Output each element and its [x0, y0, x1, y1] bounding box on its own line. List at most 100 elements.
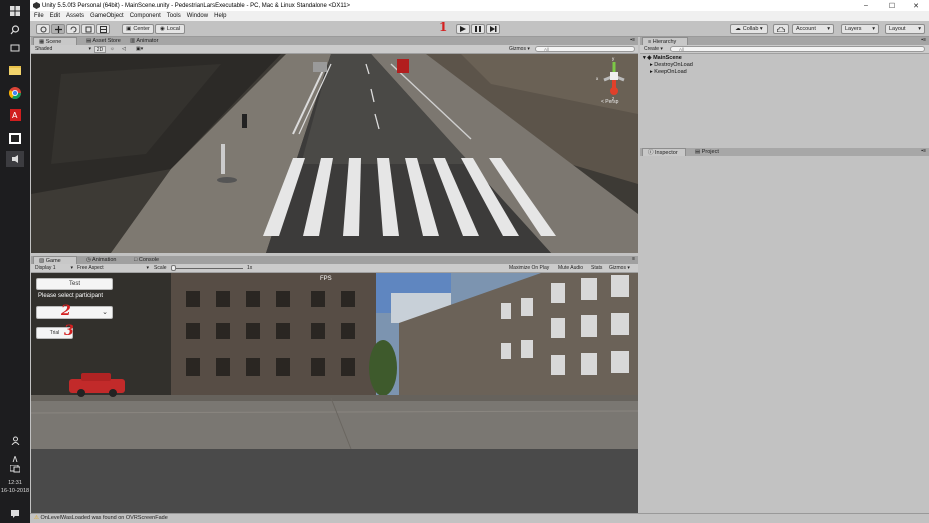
menu-window[interactable]: Window [187, 13, 208, 19]
close-button[interactable]: ✕ [903, 0, 929, 11]
display-dropdown[interactable]: Display 1 ▾ [35, 265, 73, 272]
gizmos-dropdown[interactable]: Gizmos ▾ [509, 46, 530, 53]
chrome-icon[interactable] [6, 85, 24, 101]
move-icon [54, 25, 62, 33]
mute-audio-toggle[interactable]: Mute Audio [558, 265, 583, 272]
rotate-tool-button[interactable] [66, 24, 80, 34]
game-render [31, 273, 638, 449]
collab-dropdown[interactable]: ☁ Collab ▾ [730, 24, 768, 34]
hierarchy-item[interactable]: ▸ DestroyOnLoad [650, 62, 693, 68]
pivot-center-button[interactable]: ▣ Center [122, 24, 154, 34]
notifications-icon[interactable] [6, 505, 24, 521]
shading-mode-dropdown[interactable]: Shaded ▾ [35, 46, 91, 53]
menu-gameobject[interactable]: GameObject [90, 13, 124, 19]
tab-scene[interactable]: ▦ Scene [33, 37, 77, 45]
lighting-toggle-icon[interactable]: ☼ [110, 46, 115, 53]
select-participant-label: Please select participant [38, 293, 104, 299]
status-bar[interactable]: ⚠ OnLevelWasLoaded was found on OVRScree… [30, 513, 929, 523]
panel-menu-icon[interactable]: ▪≡ [921, 148, 926, 154]
rect-tool-button[interactable] [96, 24, 110, 34]
menu-edit[interactable]: Edit [50, 13, 60, 19]
svg-text:A: A [12, 111, 18, 120]
participant-dropdown[interactable]: ⌄ [36, 306, 113, 319]
tab-hierarchy[interactable]: ≡ Hierarchy [642, 37, 688, 45]
tab-inspector[interactable]: ⓘ Inspector [642, 148, 686, 156]
account-dropdown[interactable]: Account ▾ [792, 24, 834, 34]
clock-date[interactable]: 16-10-2018 [0, 488, 30, 495]
acrobat-icon[interactable]: A [6, 107, 24, 123]
audio-toggle-icon[interactable]: ◁ [122, 46, 126, 53]
move-tool-button[interactable] [51, 24, 65, 34]
people-icon[interactable] [6, 432, 24, 448]
hierarchy-tab-bar: ≡ Hierarchy ▪≡ [640, 37, 929, 45]
menu-help[interactable]: Help [214, 13, 226, 19]
effects-toggle-icon[interactable]: ▣▾ [136, 46, 143, 53]
maximize-on-play-toggle[interactable]: Maximize On Play [509, 265, 549, 272]
panel-menu-icon[interactable]: ▪≡ [630, 37, 635, 43]
shading-label: Shaded [35, 46, 53, 52]
tab-console[interactable]: □ Console [129, 256, 164, 264]
network-icon[interactable] [6, 461, 24, 477]
hand-tool-button[interactable] [36, 24, 50, 34]
chevron-down-icon: ▾ [872, 26, 875, 32]
pause-button[interactable] [471, 24, 485, 34]
game-view[interactable]: FPS Test Please select participant ⌄ 2 T… [31, 273, 638, 449]
scale-icon [85, 26, 91, 32]
clock-time[interactable]: 12:31 [0, 480, 30, 487]
search-icon[interactable] [6, 22, 24, 38]
layout-dropdown[interactable]: Layout ▾ [885, 24, 925, 34]
play-icon [460, 26, 466, 32]
file-explorer-icon[interactable] [6, 62, 24, 78]
hierarchy-item[interactable]: ▸ KeepOnLoad [650, 69, 687, 75]
pivot-label: Center [133, 26, 150, 32]
annotation-marker-1: 1 [439, 20, 448, 34]
game-gizmos-dropdown[interactable]: Gizmos ▾ [609, 265, 630, 272]
game-tab-bar: ▧ Game ◷ Animation □ Console ≡ [31, 256, 638, 264]
task-view-icon[interactable] [6, 40, 24, 56]
windows-start-icon[interactable] [6, 3, 24, 19]
scene-search-input[interactable]: All [535, 46, 635, 52]
space-local-button[interactable]: ◉ Local [155, 24, 185, 34]
minimize-button[interactable]: – [853, 0, 879, 11]
tab-animation-label: Animation [92, 257, 117, 263]
menu-tools[interactable]: Tools [167, 13, 181, 19]
create-dropdown[interactable]: Create ▾ [644, 46, 663, 53]
perspective-label[interactable]: < Persp [601, 99, 618, 105]
tab-project[interactable]: ▤ Project [690, 148, 724, 156]
step-icon [489, 26, 496, 32]
scale-tool-button[interactable] [81, 24, 95, 34]
panel-menu-icon[interactable]: ▪≡ [921, 37, 926, 43]
unity-scene-icon: ◈ [647, 55, 652, 61]
tab-animator[interactable]: ▥ Animator [125, 37, 163, 45]
scale-slider[interactable] [171, 268, 243, 269]
aspect-dropdown[interactable]: Free Aspect ▾ [77, 265, 149, 272]
info-icon: ⓘ [648, 150, 656, 156]
scene-root-item[interactable]: ▾ ◈ MainScene [643, 55, 682, 61]
panel-menu-icon[interactable]: ≡ [632, 256, 635, 262]
menu-assets[interactable]: Assets [66, 13, 84, 19]
tab-game[interactable]: ▧ Game [33, 256, 77, 264]
tab-animation[interactable]: ◷ Animation [81, 256, 122, 264]
menu-component[interactable]: Component [130, 13, 161, 19]
inspector-panel: ⓘ Inspector ▤ Project ▪≡ [640, 148, 929, 513]
2d-toggle[interactable]: 2D [94, 46, 106, 53]
pause-icon [475, 26, 481, 32]
scene-view[interactable]: y x z < Persp [31, 54, 638, 253]
scene-tab-bar: ▦ Scene ▤ Asset Store ▥ Animator ▪≡ [31, 37, 638, 45]
hierarchy-search-input[interactable]: All [670, 46, 925, 52]
scale-slider-thumb[interactable] [171, 265, 176, 271]
services-cloud-button[interactable] [773, 24, 789, 34]
stats-toggle[interactable]: Stats [591, 265, 602, 272]
test-button[interactable]: Test [36, 278, 113, 290]
unity-taskbar-icon[interactable] [6, 130, 24, 146]
play-button[interactable] [456, 24, 470, 34]
maximize-button[interactable]: ☐ [879, 0, 905, 11]
status-message: OnLevelWasLoaded was found on OVRScreenF… [40, 515, 168, 521]
layers-dropdown[interactable]: Layers ▾ [841, 24, 879, 34]
step-button[interactable] [486, 24, 500, 34]
axis-gizmo-icon [603, 62, 625, 95]
unity-active-icon[interactable] [6, 151, 24, 167]
menu-file[interactable]: File [34, 13, 44, 19]
tab-asset-store[interactable]: ▤ Asset Store [81, 37, 126, 45]
orientation-gizmo[interactable]: y x z [596, 56, 636, 104]
